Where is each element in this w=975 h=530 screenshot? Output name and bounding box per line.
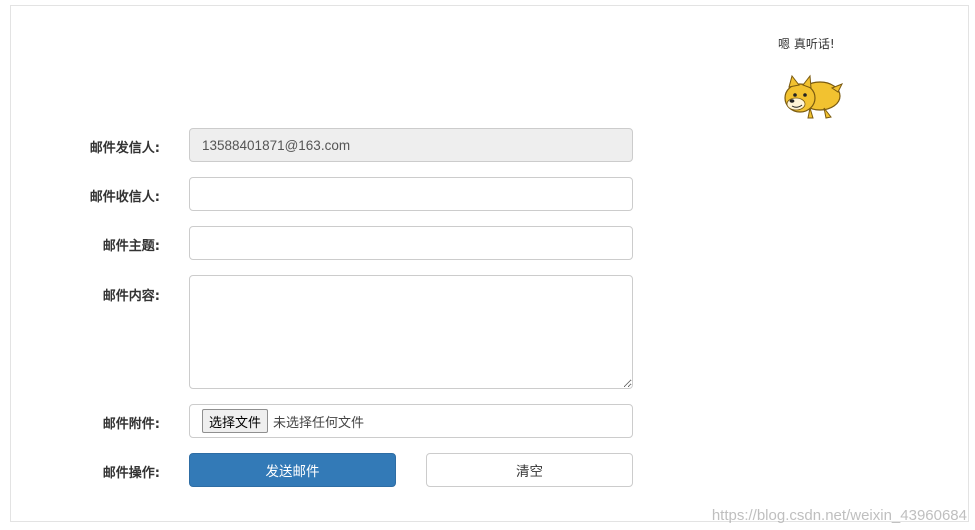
content-label: 邮件内容: [102, 289, 160, 304]
send-email-button[interactable]: 发送邮件 [189, 453, 396, 487]
file-status-text: 未选择任何文件 [273, 415, 365, 431]
doge-mascot-icon [784, 74, 844, 119]
attachment-label: 邮件附件: [102, 417, 160, 432]
sender-field[interactable] [189, 128, 633, 162]
clear-button[interactable]: 清空 [426, 453, 633, 487]
mascot-caption: 嗯 真听话! [778, 37, 835, 51]
attachment-file-input[interactable]: 选择文件 未选择任何文件 [189, 404, 633, 438]
recipient-field[interactable] [189, 177, 633, 211]
choose-file-button[interactable]: 选择文件 [202, 409, 269, 433]
sender-label: 邮件发信人: [89, 141, 160, 156]
content-textarea[interactable] [189, 275, 633, 389]
subject-label: 邮件主题: [102, 239, 160, 254]
subject-field[interactable] [189, 226, 633, 260]
watermark-text: https://blog.csdn.net/weixin_43960684 [711, 507, 967, 524]
actions-label: 邮件操作: [102, 466, 160, 481]
recipient-label: 邮件收信人: [89, 190, 160, 205]
